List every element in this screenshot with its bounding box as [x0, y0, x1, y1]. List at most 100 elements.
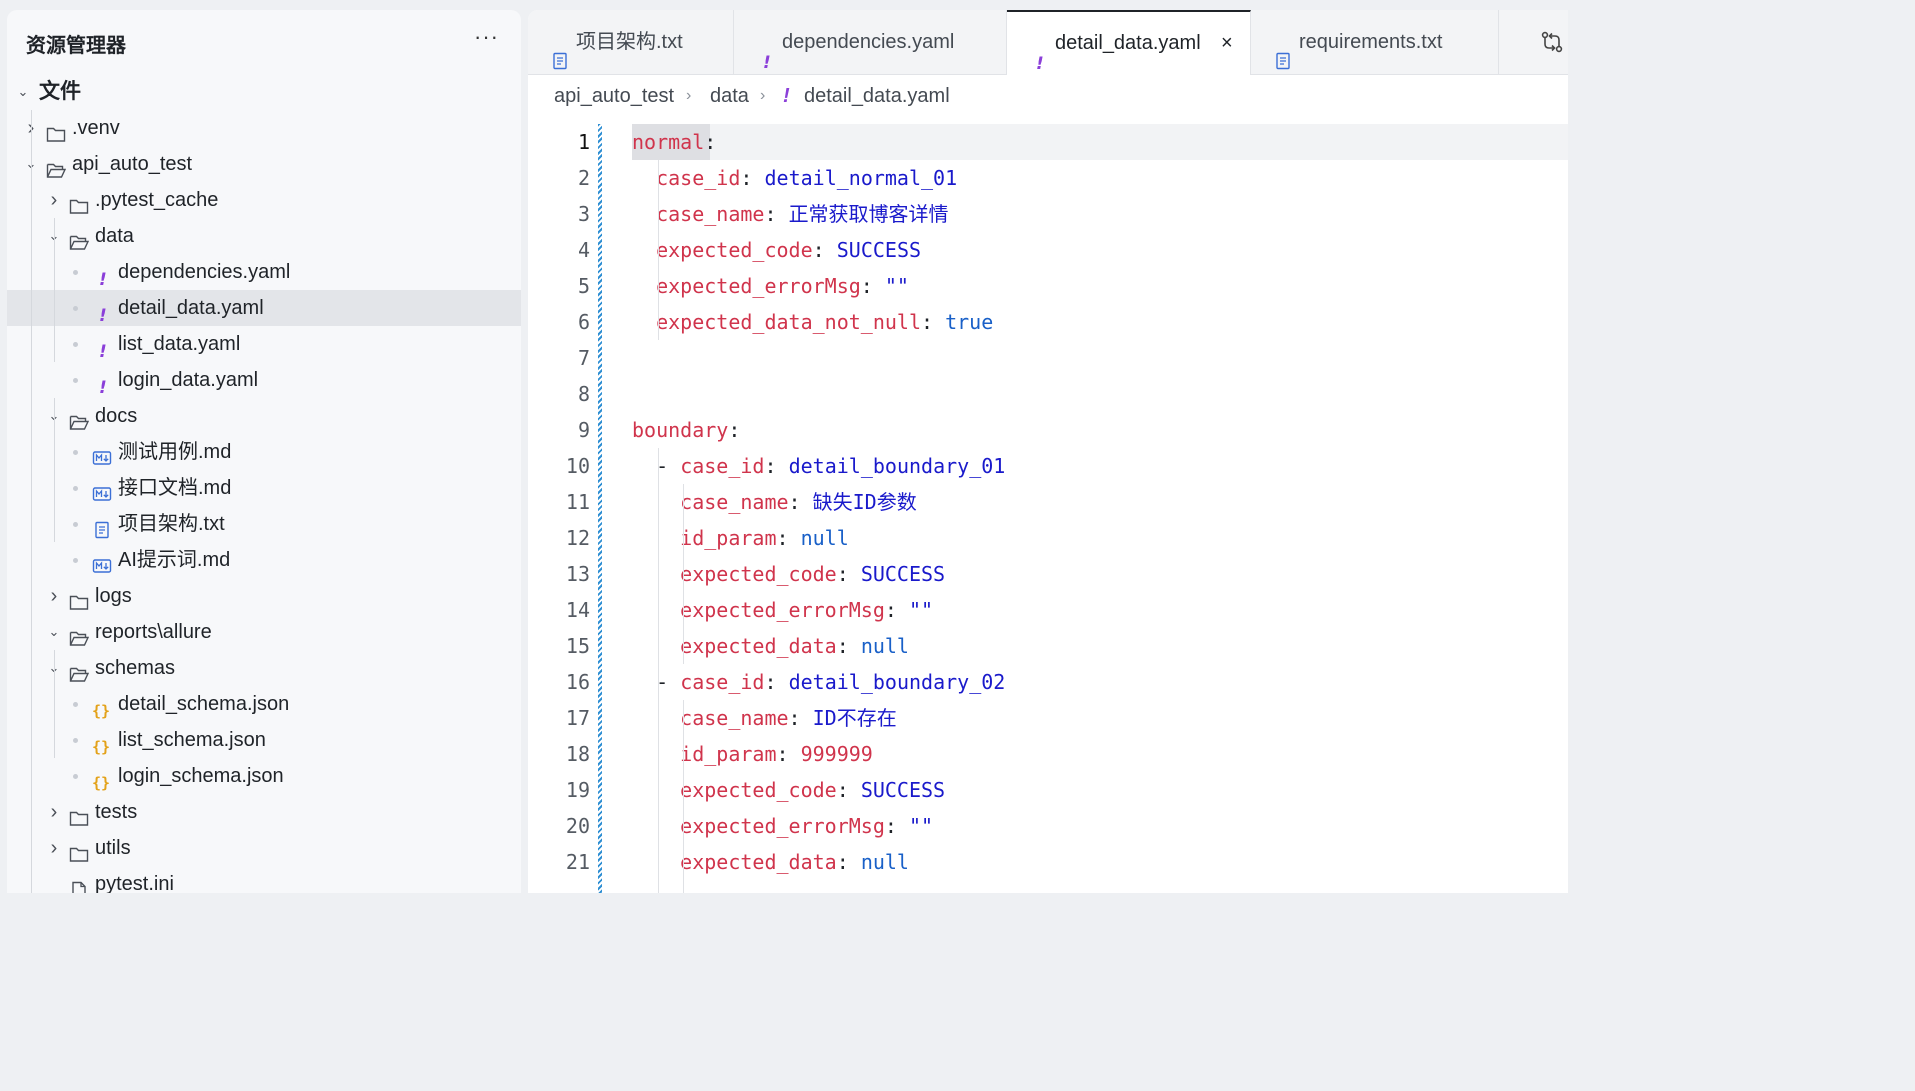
- tree-item[interactable]: ! list_data.yaml: [7, 326, 521, 362]
- indent-guide: [658, 448, 659, 893]
- tab-label: 项目架构.txt: [576, 31, 683, 53]
- tab-dependencies-yaml[interactable]: ! dependencies.yaml: [734, 10, 1007, 74]
- code-token: :: [776, 742, 801, 766]
- code-line[interactable]: 20 expected_errorMsg: "": [528, 808, 1568, 844]
- tree-item-label: .pytest_cache: [95, 189, 219, 211]
- tree-item[interactable]: 测试用例.md: [7, 434, 521, 470]
- code-line[interactable]: 15 expected_data: null: [528, 628, 1568, 664]
- code-token: id_param: [680, 526, 777, 550]
- code-text: - case_id: detail_boundary_01: [632, 448, 1005, 484]
- tree-item[interactable]: 接口文档.md: [7, 470, 521, 506]
- chevron-right-icon: ›: [50, 837, 58, 859]
- code-token: "": [884, 274, 909, 298]
- tree-item[interactable]: AI提示词.md: [7, 542, 521, 578]
- tree-item[interactable]: ⌄data: [7, 218, 521, 254]
- line-number: 14: [565, 598, 590, 622]
- tree-root-files[interactable]: ⌄ 文件: [7, 74, 521, 110]
- explorer-header: 资源管理器 ···: [7, 10, 521, 74]
- chevron-down-icon: ⌄: [48, 624, 60, 639]
- code-token: detail_boundary_01: [788, 454, 1006, 478]
- tree-item[interactable]: {} detail_schema.json: [7, 686, 521, 722]
- tree-item[interactable]: ! login_data.yaml: [7, 362, 521, 398]
- tree-item[interactable]: ⌄docs: [7, 398, 521, 434]
- tree-item[interactable]: ! dependencies.yaml: [7, 254, 521, 290]
- line-number: 18: [565, 742, 590, 766]
- tree-item[interactable]: pytest.ini: [7, 866, 521, 893]
- tree-indent-guide: [54, 218, 55, 362]
- tree-item[interactable]: 项目架构.txt: [7, 506, 521, 542]
- code-token: -: [656, 670, 681, 694]
- code-editor[interactable]: 1 normal: 2 case_id: detail_normal_01 3 cas…: [528, 124, 1568, 893]
- code-line[interactable]: 1 normal:: [528, 124, 1568, 160]
- more-actions-button[interactable]: ···: [474, 24, 499, 50]
- editor-area: 项目架构.txt ! dependencies.yaml! detail_data.y…: [528, 10, 1568, 893]
- code-text: case_id: detail_normal_01: [632, 160, 957, 196]
- code-line[interactable]: 5 expected_errorMsg: "": [528, 268, 1568, 304]
- text-file-icon: [92, 515, 112, 539]
- tree-item[interactable]: › logs: [7, 578, 521, 614]
- code-line[interactable]: 10 - case_id: detail_boundary_01: [528, 448, 1568, 484]
- code-token: expected_data: [680, 850, 837, 874]
- code-line[interactable]: 16 - case_id: detail_boundary_02: [528, 664, 1568, 700]
- breadcrumb-item-file[interactable]: detail_data.yaml: [804, 80, 950, 112]
- svg-text:{}: {}: [92, 774, 110, 791]
- tree-item-label: login_schema.json: [118, 765, 284, 787]
- tree-bullet: [73, 342, 78, 347]
- code-line[interactable]: 3 case_name: 正常获取博客详情: [528, 196, 1568, 232]
- line-number: 16: [565, 670, 590, 694]
- code-line[interactable]: 8: [528, 376, 1568, 412]
- code-line[interactable]: 4 expected_code: SUCCESS: [528, 232, 1568, 268]
- tree-item-label: docs: [95, 405, 138, 427]
- line-number: 4: [577, 238, 590, 262]
- tree-root-label: 文件: [39, 80, 81, 103]
- current-line-highlight: [632, 124, 1568, 160]
- code-line[interactable]: 14 expected_errorMsg: "": [528, 592, 1568, 628]
- code-text: expected_errorMsg: "": [632, 808, 933, 844]
- tree-item-label: AI提示词.md: [118, 549, 231, 571]
- json-file-icon: {}: [92, 731, 112, 756]
- tab-txt[interactable]: 项目架构.txt: [528, 10, 734, 74]
- code-line[interactable]: 17 case_name: ID不存在: [528, 700, 1568, 736]
- code-token: :: [836, 562, 861, 586]
- breadcrumb-item-folder[interactable]: data: [710, 80, 749, 112]
- breadcrumb-item-root[interactable]: api_auto_test: [554, 80, 674, 112]
- code-line[interactable]: 2 case_id: detail_normal_01: [528, 160, 1568, 196]
- line-number: 1: [577, 130, 590, 154]
- tree-item[interactable]: › .pytest_cache: [7, 182, 521, 218]
- code-line[interactable]: 19 expected_code: SUCCESS: [528, 772, 1568, 808]
- tree-item[interactable]: {} list_schema.json: [7, 722, 521, 758]
- code-line[interactable]: 11 case_name: 缺失ID参数: [528, 484, 1568, 520]
- tree-item[interactable]: › utils: [7, 830, 521, 866]
- tree-item[interactable]: ⌄ reports\allure: [7, 614, 521, 650]
- tree-item-label: list_data.yaml: [118, 333, 241, 355]
- code-token: expected_errorMsg: [680, 598, 885, 622]
- close-icon[interactable]: ×: [1221, 12, 1233, 74]
- tree-item[interactable]: {} login_schema.json: [7, 758, 521, 794]
- tree-item[interactable]: ! detail_data.yaml: [7, 290, 521, 326]
- tree-item-label: tests: [95, 801, 138, 823]
- folder-icon: [69, 803, 89, 826]
- code-line[interactable]: 6 expected_data_not_null: true: [528, 304, 1568, 340]
- tab-requirements-txt[interactable]: requirements.txt: [1251, 10, 1499, 74]
- tree-item[interactable]: ⌄schemas: [7, 650, 521, 686]
- tree-item[interactable]: ›.venv: [7, 110, 521, 146]
- code-line[interactable]: 12 id_param: null: [528, 520, 1568, 556]
- tree-item[interactable]: ⌄api_auto_test: [7, 146, 521, 182]
- code-text: expected_data_not_null: true: [632, 304, 993, 340]
- file-icon: [69, 875, 89, 893]
- compare-changes-icon[interactable]: [1540, 30, 1564, 54]
- tree-item[interactable]: › tests: [7, 794, 521, 830]
- code-line[interactable]: 9 boundary:: [528, 412, 1568, 448]
- tab-detail-data-yaml[interactable]: ! detail_data.yaml ×: [1007, 10, 1251, 75]
- code-line[interactable]: 7: [528, 340, 1568, 376]
- code-line[interactable]: 13 expected_code: SUCCESS: [528, 556, 1568, 592]
- chevron-right-icon: ›: [760, 87, 766, 104]
- code-token: :: [836, 634, 861, 658]
- code-line[interactable]: 18 id_param: 999999: [528, 736, 1568, 772]
- file-tree: ⌄ 文件 ›.venv⌄api_auto_test›.pytest_cache⌄…: [7, 74, 521, 893]
- line-number: 12: [565, 526, 590, 550]
- folder-icon: [69, 191, 89, 214]
- code-line[interactable]: 21 expected_data: null: [528, 844, 1568, 880]
